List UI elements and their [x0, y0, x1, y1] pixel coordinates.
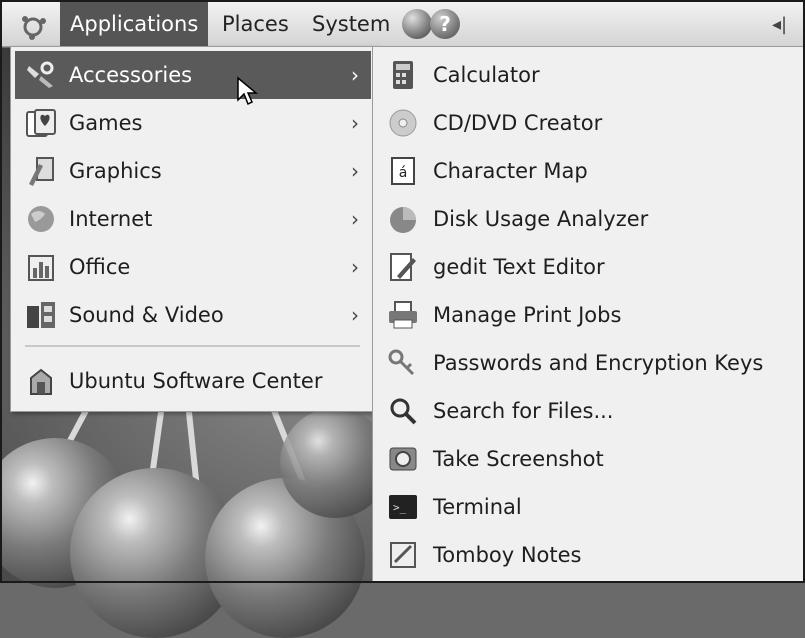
- screen-frame: [0, 0, 805, 583]
